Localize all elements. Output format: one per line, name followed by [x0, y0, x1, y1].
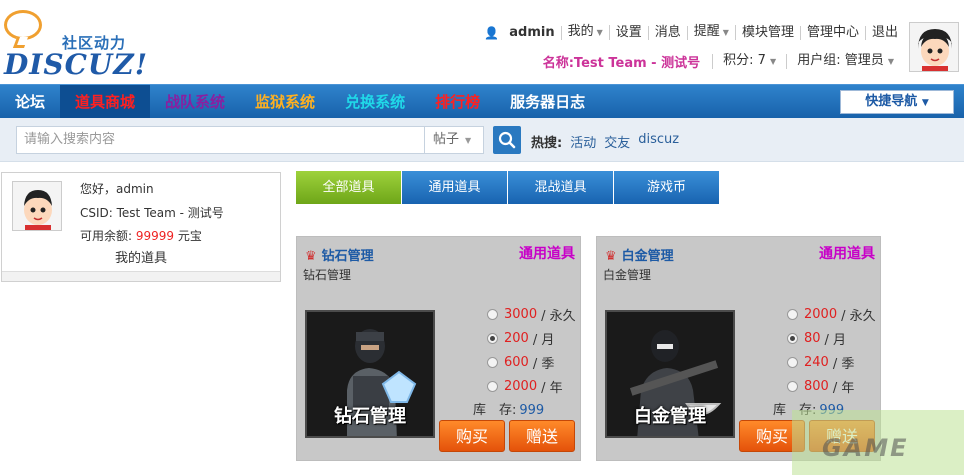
item-image-label: 钻石管理 [334, 406, 406, 427]
avatar-face-icon [13, 182, 61, 230]
item-desc: 白金管理 [603, 268, 652, 282]
price-options: 2000/ 永久 80/ 月 240/ 季 800/ 年 [787, 302, 876, 398]
logo-bubble-icon [4, 10, 42, 40]
my-menu[interactable]: 我的 ▼ [562, 25, 610, 40]
module-manage-link[interactable]: 模块管理 [736, 25, 801, 40]
price-option[interactable]: 80/ 月 [787, 326, 876, 350]
search-button[interactable] [493, 126, 521, 154]
price-option[interactable]: 240/ 季 [787, 350, 876, 374]
chevron-down-icon: ▼ [770, 57, 777, 66]
quick-nav-button[interactable]: 快捷导航 ▼ [840, 90, 954, 114]
discuz-logo[interactable]: 社区动力 DISCUZ! [4, 10, 147, 81]
hot-search-link[interactable]: discuz [638, 132, 679, 151]
watermark-text: GAME [822, 434, 909, 462]
nav-item-shop[interactable]: 道具商城 [60, 84, 151, 119]
name-value[interactable]: Test Team - 测试号 [574, 52, 700, 71]
stock-info: 库 存:999 [473, 403, 545, 418]
gem-icon: ♛ [305, 249, 317, 264]
username-link[interactable]: admin [503, 25, 562, 40]
nav-server-log[interactable]: 服务器日志 [495, 85, 600, 119]
search-input[interactable]: 请输入搜索内容 [16, 126, 426, 154]
admin-center-link[interactable]: 管理中心 [801, 25, 866, 40]
radio-button[interactable] [487, 332, 498, 344]
tab-game-currency[interactable]: 游戏币 [614, 171, 720, 204]
nav-forum[interactable]: 论坛 [0, 85, 60, 119]
messages-link[interactable]: 消息 [649, 25, 688, 40]
item-category-tabs: 全部道具 通用道具 混战道具 游戏币 [296, 171, 720, 204]
chevron-down-icon: ▼ [465, 136, 472, 145]
radio-button[interactable] [487, 380, 498, 392]
tab-general-items[interactable]: 通用道具 [402, 171, 508, 204]
price-option[interactable]: 200/ 月 [487, 326, 576, 350]
balance-text: 可用余额: 99999 元宝 [80, 229, 202, 243]
greeting-text: 您好，admin [80, 182, 154, 196]
user-info-line: 名称: Test Team - 测试号 积分: 7 ▼ 用户组: 管理员 ▼ [542, 52, 904, 72]
points-menu[interactable]: 积分: 7 ▼ [712, 54, 786, 69]
nav-prison-system[interactable]: 监狱系统 [240, 85, 330, 119]
balance-value: 99999 [135, 229, 175, 243]
item-desc: 钻石管理 [303, 268, 352, 282]
gem-icon: ♛ [605, 249, 617, 264]
buy-button[interactable]: 购买 [439, 420, 505, 452]
price-option[interactable]: 2000/ 永久 [787, 302, 876, 326]
my-items-link[interactable]: 我的道具 [2, 247, 280, 266]
user-info-box: 您好，admin CSID: Test Team - 测试号 可用余额: 999… [1, 172, 281, 282]
item-card: ♛ 钻石管理 通用道具 钻石管理 钻石管理 3000/ 永久 200/ 月 600… [296, 236, 581, 461]
logo-wordmark: DISCUZ! [4, 48, 149, 81]
item-image: 白金管理 [605, 310, 735, 438]
user-icon: 👤 [484, 25, 500, 40]
gift-button[interactable]: 赠送 [509, 420, 575, 452]
csid-text: CSID: Test Team - 测试号 [80, 206, 224, 220]
search-icon [498, 131, 516, 149]
item-type: 通用道具 [819, 246, 875, 262]
radio-button[interactable] [787, 356, 798, 368]
tab-melee-items[interactable]: 混战道具 [508, 171, 614, 204]
hot-search: 热搜: 活动 交友 discuz [531, 132, 687, 151]
top-user-nav: 👤 admin 我的 ▼ 设置 消息 提醒 ▼ 模块管理 管理中心 退出 [484, 25, 904, 40]
hot-search-link[interactable]: 活动 [570, 132, 596, 151]
settings-link[interactable]: 设置 [610, 25, 649, 40]
chevron-down-icon: ▼ [887, 57, 894, 66]
chevron-down-icon: ▼ [596, 28, 603, 37]
radio-button[interactable] [787, 380, 798, 392]
chevron-down-icon: ▼ [921, 98, 929, 108]
nav-team-system[interactable]: 战队系统 [150, 85, 240, 119]
hot-search-label: 热搜: [531, 136, 563, 151]
price-option[interactable]: 600/ 季 [487, 350, 576, 374]
notifications-menu[interactable]: 提醒 ▼ [688, 25, 736, 40]
price-option[interactable]: 800/ 年 [787, 374, 876, 398]
nav-exchange-system[interactable]: 兑换系统 [330, 85, 420, 119]
item-image-label: 白金管理 [634, 406, 706, 427]
item-name[interactable]: ♛ 白金管理 [605, 245, 674, 264]
chevron-down-icon: ▼ [722, 28, 729, 37]
item-image: 钻石管理 [305, 310, 435, 438]
site-watermark: GAME [792, 410, 964, 475]
avatar[interactable] [12, 181, 62, 231]
radio-button[interactable] [787, 332, 798, 344]
search-type-select[interactable]: 帖子 ▼ [424, 126, 484, 154]
usergroup-menu[interactable]: 用户组: 管理员 ▼ [786, 54, 904, 69]
nav-ranking[interactable]: 排行榜 [420, 85, 495, 119]
name-label: 名称: [542, 56, 574, 71]
logout-link[interactable]: 退出 [866, 25, 904, 40]
radio-button[interactable] [487, 308, 498, 320]
avatar[interactable] [909, 22, 959, 72]
main-nav: 论坛 道具商城 战队系统 监狱系统 兑换系统 排行榜 服务器日志 快捷导航 ▼ [0, 84, 964, 119]
price-options: 3000/ 永久 200/ 月 600/ 季 2000/ 年 [487, 302, 576, 398]
tab-all-items[interactable]: 全部道具 [296, 171, 402, 204]
hot-search-link[interactable]: 交友 [604, 132, 630, 151]
radio-button[interactable] [487, 356, 498, 368]
item-name[interactable]: ♛ 钻石管理 [305, 245, 374, 264]
item-type: 通用道具 [519, 246, 575, 262]
price-option[interactable]: 2000/ 年 [487, 374, 576, 398]
radio-button[interactable] [787, 308, 798, 320]
price-option[interactable]: 3000/ 永久 [487, 302, 576, 326]
userbox-footer [2, 271, 280, 281]
avatar-face-icon [910, 23, 958, 71]
search-bar: 请输入搜索内容 帖子 ▼ 热搜: 活动 交友 discuz [0, 118, 964, 162]
